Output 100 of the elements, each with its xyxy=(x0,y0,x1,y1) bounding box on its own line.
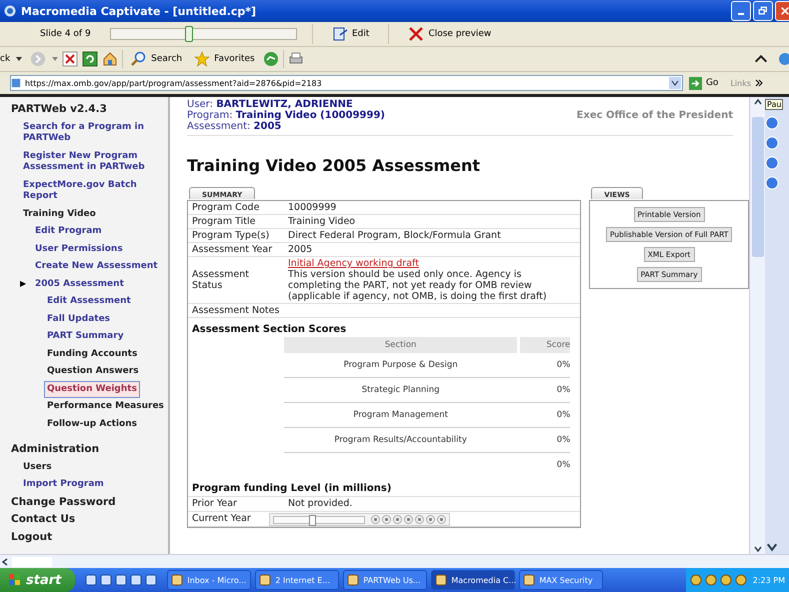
score-cell-text: 0% xyxy=(556,385,570,395)
edit-button[interactable]: Edit xyxy=(328,26,374,42)
sidebar-item[interactable]: Training Video xyxy=(20,206,99,223)
sidebar-item[interactable]: Follow-up Actions xyxy=(44,416,140,433)
field-value: Training Video (10009999) xyxy=(236,110,385,121)
sidebar-item[interactable]: Funding Accounts xyxy=(44,346,140,363)
sidebar-item[interactable]: Change Password xyxy=(8,494,119,511)
progress-thumb[interactable] xyxy=(184,26,193,42)
taskbar-button[interactable]: MAX Security xyxy=(519,570,604,590)
tray-icon[interactable] xyxy=(704,574,717,586)
back-button[interactable]: ck xyxy=(0,54,26,64)
field-label: User: xyxy=(187,99,213,110)
window-title: Macromedia Captivate - [untitled.cp*] xyxy=(21,4,256,18)
sidebar-item[interactable]: Contact Us xyxy=(8,511,78,528)
sidebar-item[interactable]: Performance Measures xyxy=(44,398,167,416)
sidebar-item[interactable]: Edit Program xyxy=(32,223,105,240)
app-icon xyxy=(523,574,536,586)
minimize-button[interactable] xyxy=(731,1,751,21)
app-icon xyxy=(435,574,448,586)
tray-icon[interactable] xyxy=(734,574,747,586)
restore-button[interactable] xyxy=(753,1,773,21)
scroll-thumb[interactable] xyxy=(12,556,52,566)
media-icon[interactable] xyxy=(262,51,279,67)
playback-thumb[interactable] xyxy=(308,514,316,526)
section-cell-text: Program Purpose & Design xyxy=(342,360,459,370)
taskbar-button[interactable]: PARTWeb Us... xyxy=(343,570,428,590)
field-value: 2005 xyxy=(254,121,282,132)
address-field[interactable]: https://max.omb.gov/app/part/program/assessment?aid=2876&pid=2183 xyxy=(10,75,683,91)
current-item-marker: ▶ xyxy=(20,278,28,288)
sidebar-item[interactable]: Register New Program Assessment in PARTweb xyxy=(20,148,168,176)
taskbar-button[interactable]: Inbox - Micro... xyxy=(167,570,252,590)
agency-name: Exec Office of the President xyxy=(576,110,733,121)
scroll-left-icon[interactable] xyxy=(0,556,10,566)
scroll-up-icon[interactable] xyxy=(752,97,762,107)
tray-icon[interactable] xyxy=(690,574,702,586)
sidebar-item[interactable]: Administration xyxy=(8,441,102,458)
row-value: Direct Federal Program, Block/Formula Grant xyxy=(288,230,502,241)
minimize-icon xyxy=(738,13,744,15)
scroll-down-icon[interactable] xyxy=(752,544,762,554)
row-label: Assessment Notes xyxy=(188,304,284,318)
row-label: Prior Year xyxy=(188,496,284,512)
scroll-thumb[interactable] xyxy=(752,117,764,257)
search-button[interactable]: Search xyxy=(127,51,186,67)
circle-icon[interactable] xyxy=(765,176,779,190)
app-icon xyxy=(4,5,16,17)
total-score: 0% xyxy=(556,460,570,470)
taskbar-button[interactable]: Macromedia C... xyxy=(431,570,516,590)
start-button[interactable]: start xyxy=(0,568,76,592)
tooltip: Pau xyxy=(765,99,784,110)
taskbar-button[interactable]: 2 Internet E... xyxy=(255,570,340,590)
sidebar-item[interactable]: Edit Assessment xyxy=(44,293,134,310)
slide-counter: Slide 4 of 9 xyxy=(40,29,92,39)
row-value: 2005 xyxy=(288,244,314,255)
sidebar-item[interactable]: User Permissions xyxy=(32,240,126,258)
favorites-button[interactable]: Favorites xyxy=(190,51,259,67)
field-label: Program: xyxy=(187,110,233,121)
go-button[interactable]: Go xyxy=(686,76,720,90)
caret-icon[interactable] xyxy=(52,57,58,61)
sidebar-item[interactable]: ExpectMore.gov Batch Report xyxy=(20,176,168,206)
section-cell-text: Strategic Planning xyxy=(360,385,441,395)
refresh-icon[interactable] xyxy=(82,51,98,67)
sidebar-item[interactable]: Create New Assessment xyxy=(32,258,161,276)
score-cell-text: 0% xyxy=(556,435,570,445)
sidebar-item[interactable]: Logout xyxy=(8,528,56,546)
app-icon xyxy=(347,574,360,586)
column-header: Section xyxy=(284,337,518,353)
score-cell-text: 0% xyxy=(556,360,570,370)
vertical-scrollbar[interactable] xyxy=(749,97,765,554)
sidebar-item[interactable]: PART Summary xyxy=(44,328,127,346)
sidebar-item[interactable]: Import Program xyxy=(20,476,107,494)
home-icon[interactable] xyxy=(102,51,118,67)
row-value: This version should be used only once. Agency is completing the PART, not yet ready for OMB review (applicable if agency, not OMB, is doing the first draft) xyxy=(288,269,548,302)
sidebar-item[interactable]: 2005 Assessment xyxy=(32,276,127,293)
tray-icon[interactable] xyxy=(720,574,732,586)
page-title: Training Video 2005 Assessment xyxy=(187,156,482,175)
search-icon xyxy=(131,51,148,67)
sidebar-item[interactable]: Users xyxy=(20,458,55,476)
section-heading: Program funding Level (in millions) xyxy=(191,482,392,496)
star-icon xyxy=(194,51,210,67)
circle-icon[interactable] xyxy=(765,136,779,150)
row-value: Not provided. xyxy=(288,498,352,509)
status-link[interactable]: Initial Agency working draft xyxy=(288,258,419,269)
sidebar-item[interactable]: Search for a Program in PARTWeb xyxy=(20,118,168,148)
caret-icon xyxy=(16,57,22,61)
row-label: Assessment Year xyxy=(188,242,284,256)
sidebar-item[interactable]: Question Weights xyxy=(44,380,140,398)
close-preview-button[interactable]: Close preview xyxy=(404,26,496,42)
circle-icon[interactable] xyxy=(765,156,779,170)
sidebar-item[interactable]: Question Answers xyxy=(44,363,142,380)
horizontal-scrollbar[interactable] xyxy=(0,554,789,568)
sidebar-item[interactable]: Fall Updates xyxy=(44,310,114,328)
row-label: Program Code xyxy=(188,201,284,214)
section-heading: Assessment Section Scores xyxy=(191,323,348,337)
field-value: BARTLEWITZ, ADRIENNE xyxy=(216,99,353,110)
close-button[interactable] xyxy=(775,1,789,21)
chevron-icon[interactable] xyxy=(755,79,763,87)
circle-icon[interactable] xyxy=(765,116,779,130)
row-label: Program Title xyxy=(188,214,284,228)
score-cell-text: 0% xyxy=(556,410,570,420)
sidebar-item[interactable]: PARTWeb v2.4.3 xyxy=(8,101,110,118)
